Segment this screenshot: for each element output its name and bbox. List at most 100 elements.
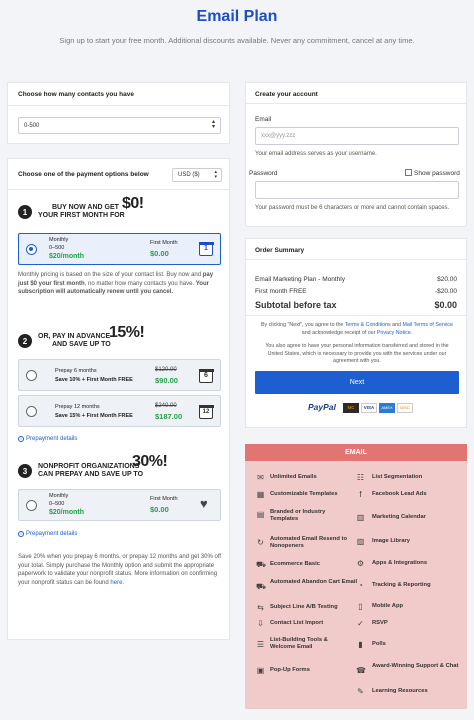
section3-headline: NONPROFIT ORGANIZATIONS CAN PREPAY AND S…	[38, 463, 143, 479]
nonprofit-first-price: $0.00	[150, 505, 169, 514]
contacts-heading: Choose how many contacts you have	[18, 91, 134, 98]
section2-line2: AND SAVE UP TO	[52, 341, 111, 348]
section1-big: $0!	[122, 196, 144, 212]
prepayment-details-text: Prepayment details	[26, 531, 78, 537]
step-2-badge: 2	[18, 334, 32, 348]
ab-test-icon: ⇆	[257, 603, 264, 612]
show-password-label[interactable]: Show password	[414, 170, 460, 177]
next-button[interactable]: Next	[255, 371, 459, 394]
email-field[interactable]: xxx@yyy.zzz	[255, 127, 459, 145]
feature-right-9: Polls	[372, 641, 386, 647]
note-text: Monthly pricing is based on the size of …	[18, 272, 203, 278]
nonprofit-note: Save 20% when you prepay 6 months, or pr…	[18, 553, 223, 587]
order-summary-card: Order Summary Email Marketing Plan - Mon…	[245, 238, 467, 428]
radio-nonprofit[interactable]	[26, 500, 37, 511]
feature-right-5: Apps & Integrations	[372, 560, 428, 566]
show-password-checkbox[interactable]	[405, 169, 412, 176]
discover-logo: DISC	[397, 403, 413, 413]
info-icon: i	[18, 436, 24, 442]
feature-left-7: Subject Line A/B Testing	[270, 604, 338, 610]
feature-left-4: Automated Email Resend to Nonopeners	[270, 536, 347, 549]
summary-line1-label: Email Marketing Plan - Monthly	[255, 276, 345, 283]
email-help: Your email address serves as your userna…	[255, 151, 377, 157]
monthly-price: $20/month	[49, 253, 85, 260]
account-heading: Create your account	[255, 91, 318, 98]
radio-monthly[interactable]	[26, 244, 37, 255]
prepayment-details-link-2[interactable]: i Prepayment details	[18, 531, 77, 537]
privacy-notice-link[interactable]: Privacy Notice	[377, 330, 411, 336]
divider	[8, 189, 229, 190]
feature-right-10: Award-Winning Support & Chat	[372, 663, 459, 669]
feature-right-1: List Segmentation	[372, 474, 423, 480]
image-icon: ▨	[356, 537, 365, 546]
note-text: , no matter how many contacts you have.	[84, 280, 196, 287]
page-title: Email Plan	[196, 8, 278, 25]
section1-line1: BUY NOW AND GET	[52, 204, 119, 211]
terms-plain: and acknowledge receipt of our	[301, 329, 377, 336]
payment-heading: Choose one of the payment options below	[18, 171, 149, 178]
features-panel: EMAIL ✉ Unlimited Emails ▦ Customizable …	[245, 444, 467, 709]
section3-big: 30%!	[132, 454, 168, 470]
prepayment-details-link[interactable]: i Prepayment details	[18, 436, 77, 442]
contacts-select[interactable]: 0-500 ▴ ▾	[18, 117, 221, 134]
monthly-first-label: First Month	[150, 240, 178, 246]
email-placeholder: xxx@yyy.zzz	[261, 133, 296, 139]
option-nonprofit[interactable]: Monthly 0–500 $20/month First Month $0.0…	[18, 489, 221, 521]
prepay12-sub: Save 15% + First Month FREE	[55, 413, 133, 419]
section2-big-value: 15%!	[109, 324, 145, 341]
facebook-icon: f	[359, 490, 362, 499]
summary-line2-label: First month FREE	[255, 288, 307, 295]
updown-icon: ▴ ▾	[214, 169, 217, 180]
currency-select[interactable]: USD ($) ▴ ▾	[172, 168, 222, 182]
option-prepay-6[interactable]: Prepay 6 months Save 10% + First Month F…	[18, 359, 221, 391]
page: Email Plan Sign up to start your free mo…	[0, 0, 474, 720]
password-field[interactable]	[255, 181, 459, 199]
divider	[246, 259, 466, 260]
summary-heading: Order Summary	[255, 247, 305, 254]
heart-hand-icon: ♥	[200, 496, 208, 511]
mail-terms-link[interactable]: Mail Terms of Service	[402, 322, 453, 328]
option-monthly[interactable]: Monthly 0–500 $20/month First Month $0.0…	[18, 233, 221, 265]
contacts-select-value: 0-500	[24, 122, 40, 129]
feature-right-6: Tracking & Reporting	[372, 582, 431, 588]
mobile-icon: ▯	[358, 602, 363, 611]
radio-prepay-6[interactable]	[26, 370, 37, 381]
info-icon: i	[18, 531, 24, 537]
amex-logo: AMEX	[379, 403, 395, 413]
summary-line2-value: -$20.00	[434, 288, 457, 295]
prepay12-old-price: $240.00	[155, 403, 177, 409]
nonprofit-here-link[interactable]: here.	[110, 580, 124, 586]
abandon-cart-icon: ⛟	[256, 582, 267, 591]
calendar-icon: ▥	[356, 513, 365, 522]
subtotal-value: $0.00	[434, 300, 457, 310]
learning-icon: ✎	[357, 687, 364, 696]
calendar-icon: 6	[198, 368, 214, 383]
rsvp-icon: ✓	[357, 619, 364, 628]
prepay6-sub: Save 10% + First Month FREE	[55, 377, 133, 383]
feature-left-3: Branded or Industry Templates	[270, 509, 326, 522]
email-label: Email	[255, 116, 272, 123]
step-1-badge: 1	[18, 205, 32, 219]
feature-right-4: Image Library	[372, 538, 411, 544]
import-icon: ⇩	[257, 619, 264, 628]
section1-headline: BUY NOW AND GET YOUR FIRST MONTH FOR	[38, 204, 125, 220]
feature-left-10: Pop-Up Forms	[270, 667, 310, 673]
account-card: Create your account Email xxx@yyy.zzz Yo…	[245, 82, 467, 227]
mastercard-logo: MC	[343, 403, 359, 413]
prepayment-details-text: Prepayment details	[26, 436, 78, 442]
feature-left-5: Ecommerce Basic	[270, 561, 320, 567]
segmentation-icon: ☷	[356, 473, 365, 482]
feature-right-2: Facebook Lead Ads	[372, 491, 427, 497]
paypal-logo: PayPal	[308, 402, 336, 412]
popup-icon: ▣	[256, 666, 265, 675]
support-icon: ☎	[356, 666, 366, 675]
payment-card: Choose one of the payment options below …	[7, 158, 230, 640]
terms-conditions-link[interactable]: Terms & Conditions	[345, 322, 391, 328]
nonprofit-title: Monthly	[49, 493, 69, 499]
divider	[246, 103, 466, 104]
visa-logo: VISA	[361, 403, 377, 413]
option-prepay-12[interactable]: Prepay 12 months Save 15% + First Month …	[18, 395, 221, 427]
divider	[8, 105, 229, 106]
radio-prepay-12[interactable]	[26, 406, 37, 417]
feature-left-2: Customizable Templates	[270, 491, 338, 497]
